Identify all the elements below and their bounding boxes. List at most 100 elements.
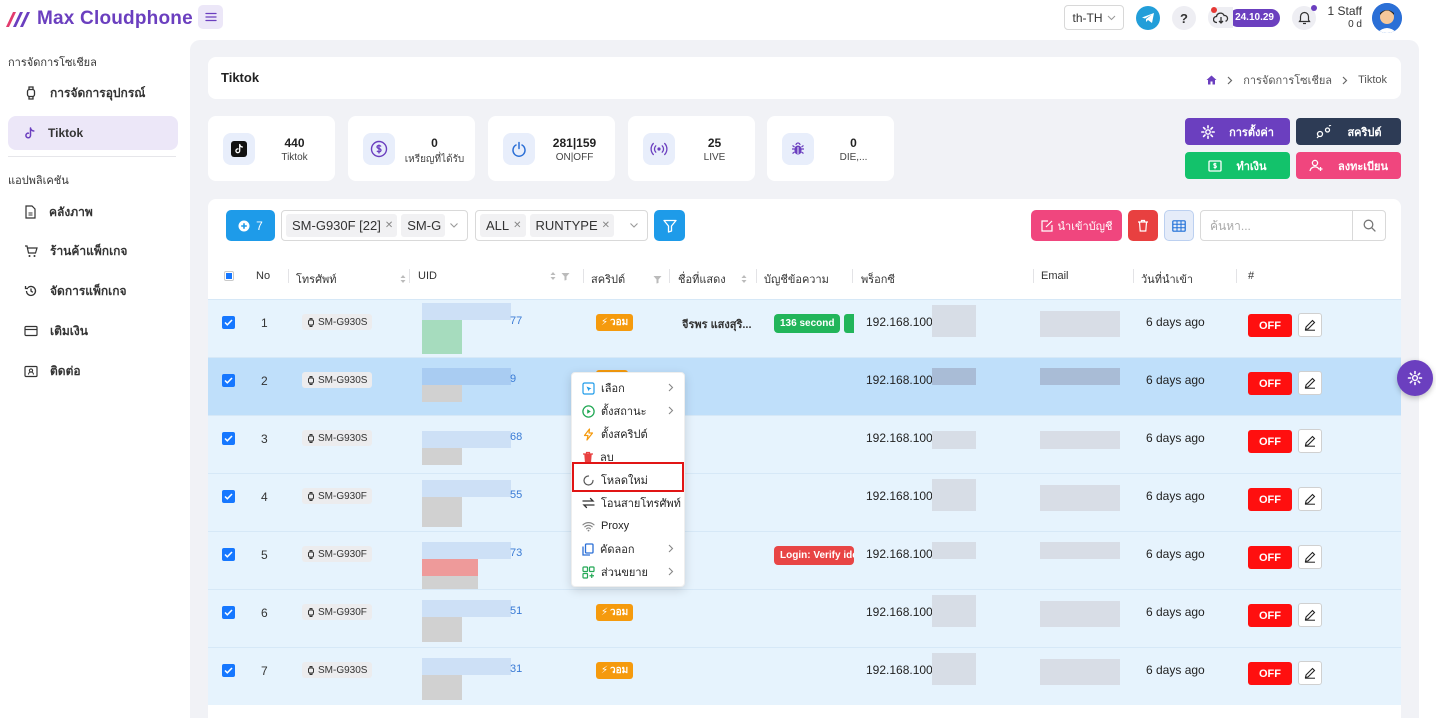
search-input[interactable] [1201, 211, 1353, 240]
breadcrumb-social[interactable]: การจัดการโซเชียล [1243, 71, 1332, 89]
menu-toggle-button[interactable] [198, 5, 223, 29]
context-menu-select[interactable]: เลือก [572, 377, 684, 399]
stat-label: ON|OFF [555, 152, 594, 163]
search-button[interactable] [1352, 211, 1385, 240]
status-toggle-button[interactable]: OFF [1248, 662, 1292, 685]
close-icon[interactable]: ✕ [513, 220, 521, 231]
close-icon[interactable]: ✕ [602, 220, 610, 231]
pencil-icon [1304, 551, 1316, 563]
add-account-button[interactable]: 7 [226, 210, 275, 241]
sidebar-item-gallery[interactable]: คลังภาพ [8, 195, 178, 229]
context-menu-proxy[interactable]: Proxy [572, 515, 684, 537]
row-checkbox[interactable] [222, 548, 235, 561]
uid-redacted [422, 368, 511, 385]
settings-label: การตั้งค่า [1229, 126, 1274, 139]
email-redacted [1040, 601, 1120, 627]
floating-settings-button[interactable] [1397, 360, 1433, 396]
context-menu-transfer-phone[interactable]: โอนสายโทรศัพท์ [572, 492, 684, 514]
type-filter-select[interactable]: ALL ✕ RUNTYPE ✕ [475, 210, 648, 241]
uid-link[interactable]: 77 [510, 315, 522, 327]
sidebar-item-topup[interactable]: เติมเงิน [8, 314, 178, 348]
context-menu-set-script[interactable]: ตั้งสคริปต์ [572, 423, 684, 445]
delete-button[interactable] [1128, 210, 1158, 241]
proxy-redacted [932, 542, 976, 559]
row-checkbox[interactable] [222, 432, 235, 445]
language-select[interactable]: th-TH [1064, 5, 1124, 30]
device-filter-select[interactable]: SM-G930F [22] ✕ SM-G [281, 210, 468, 241]
settings-button[interactable]: การตั้งค่า [1185, 118, 1290, 145]
device-tag[interactable]: SM-G [401, 214, 446, 237]
row-number: 3 [261, 432, 268, 446]
row-checkbox[interactable] [222, 664, 235, 677]
edit-button[interactable] [1298, 545, 1322, 569]
device-tag[interactable]: SM-G930F [22] ✕ [286, 214, 398, 237]
uid-link[interactable]: 55 [510, 489, 522, 501]
script-button[interactable]: สคริปต์ [1296, 118, 1401, 145]
uid-redacted [422, 385, 462, 402]
sidebar-item-package-store[interactable]: ร้านค้าแพ็กเกจ [8, 234, 178, 268]
status-toggle-button[interactable]: OFF [1248, 430, 1292, 453]
row-checkbox[interactable] [222, 374, 235, 387]
uid-link[interactable]: 9 [510, 373, 516, 385]
column-script[interactable]: สคริปต์ [591, 270, 662, 288]
sidebar-item-device-management[interactable]: การจัดการอุปกรณ์ [8, 76, 178, 110]
import-account-button[interactable]: นำเข้าบัญชี [1031, 210, 1122, 241]
staff-info[interactable]: 1 Staff 0 d [1322, 5, 1362, 31]
row-checkbox[interactable] [222, 490, 235, 503]
column-display-name[interactable]: ชื่อที่แสดง [678, 270, 748, 288]
sidebar-item-contact[interactable]: ติดต่อ [8, 354, 178, 388]
column-phone[interactable]: โทรศัพท์ [296, 270, 407, 288]
context-menu-copy[interactable]: คัดลอก [572, 538, 684, 560]
edit-button[interactable] [1298, 661, 1322, 685]
earn-money-button[interactable]: ทำเงิน [1185, 152, 1290, 179]
type-tag[interactable]: ALL ✕ [480, 214, 526, 237]
type-tag[interactable]: RUNTYPE ✕ [529, 214, 615, 237]
table-row[interactable]: 5 SM-G930F 73 Login: Verify iden 192.168… [208, 531, 1401, 593]
sidebar-item-tiktok[interactable]: Tiktok [8, 116, 178, 150]
avatar[interactable] [1372, 3, 1402, 33]
proxy-redacted [932, 305, 976, 337]
table-row[interactable]: 6 SM-G930F 51 ⚡ วอม 192.168.100.2 6 days … [208, 589, 1401, 647]
row-checkbox[interactable] [222, 316, 235, 329]
wifi-icon [582, 521, 595, 531]
table-row[interactable]: 2 SM-G930S 9 192.168.100.2 6 days ago OF… [208, 357, 1401, 415]
uid-link[interactable]: 68 [510, 431, 522, 443]
status-toggle-button[interactable]: OFF [1248, 488, 1292, 511]
app-logo[interactable]: Max Cloudphone [5, 8, 193, 30]
column-uid[interactable]: UID [418, 270, 570, 282]
context-menu-set-status[interactable]: ตั้งสถานะ [572, 400, 684, 422]
column-toggle-button[interactable] [1164, 210, 1194, 241]
uid-link[interactable]: 31 [510, 663, 522, 675]
row-checkbox[interactable] [222, 606, 235, 619]
breadcrumb: การจัดการโซเชียล Tiktok [1206, 71, 1387, 89]
register-button[interactable]: ลงทะเบียน [1296, 152, 1401, 179]
select-all-checkbox[interactable] [224, 271, 234, 281]
status-toggle-button[interactable]: OFF [1248, 372, 1292, 395]
status-toggle-button[interactable]: OFF [1248, 604, 1292, 627]
status-toggle-button[interactable]: OFF [1248, 314, 1292, 337]
table-row[interactable]: 4 SM-G930F 55 192.168.100.2 6 days ago O… [208, 473, 1401, 531]
uid-link[interactable]: 51 [510, 605, 522, 617]
plus-circle-icon [238, 220, 250, 231]
sidebar-item-package-management[interactable]: จัดการแพ็กเกจ [8, 274, 178, 308]
trash-icon [1138, 219, 1148, 232]
help-button[interactable]: ? [1172, 6, 1196, 30]
table-row[interactable]: 7 SM-G930S 31 ⚡ วอม 192.168.100.2 6 days … [208, 647, 1401, 705]
telegram-button[interactable] [1136, 6, 1160, 30]
edit-button[interactable] [1298, 603, 1322, 627]
version-badge[interactable]: 24.10.29 [1208, 7, 1280, 28]
table-row[interactable]: 3 SM-G930S 68 192.168.100.2 6 days ago O… [208, 415, 1401, 473]
logo-mark-icon [5, 9, 31, 29]
close-icon[interactable]: ✕ [385, 220, 393, 231]
edit-button[interactable] [1298, 371, 1322, 395]
edit-button[interactable] [1298, 429, 1322, 453]
filter-button[interactable] [654, 210, 685, 241]
notification-button[interactable] [1292, 5, 1317, 30]
context-menu-extension[interactable]: ส่วนขยาย [572, 561, 684, 583]
chevron-right-icon [668, 544, 674, 553]
edit-button[interactable] [1298, 487, 1322, 511]
uid-link[interactable]: 73 [510, 547, 522, 559]
edit-button[interactable] [1298, 313, 1322, 337]
table-row[interactable]: 1 SM-G930S 77 ⚡ วอม จีรพร แสงสุริ... 136 … [208, 299, 1401, 357]
status-toggle-button[interactable]: OFF [1248, 546, 1292, 569]
